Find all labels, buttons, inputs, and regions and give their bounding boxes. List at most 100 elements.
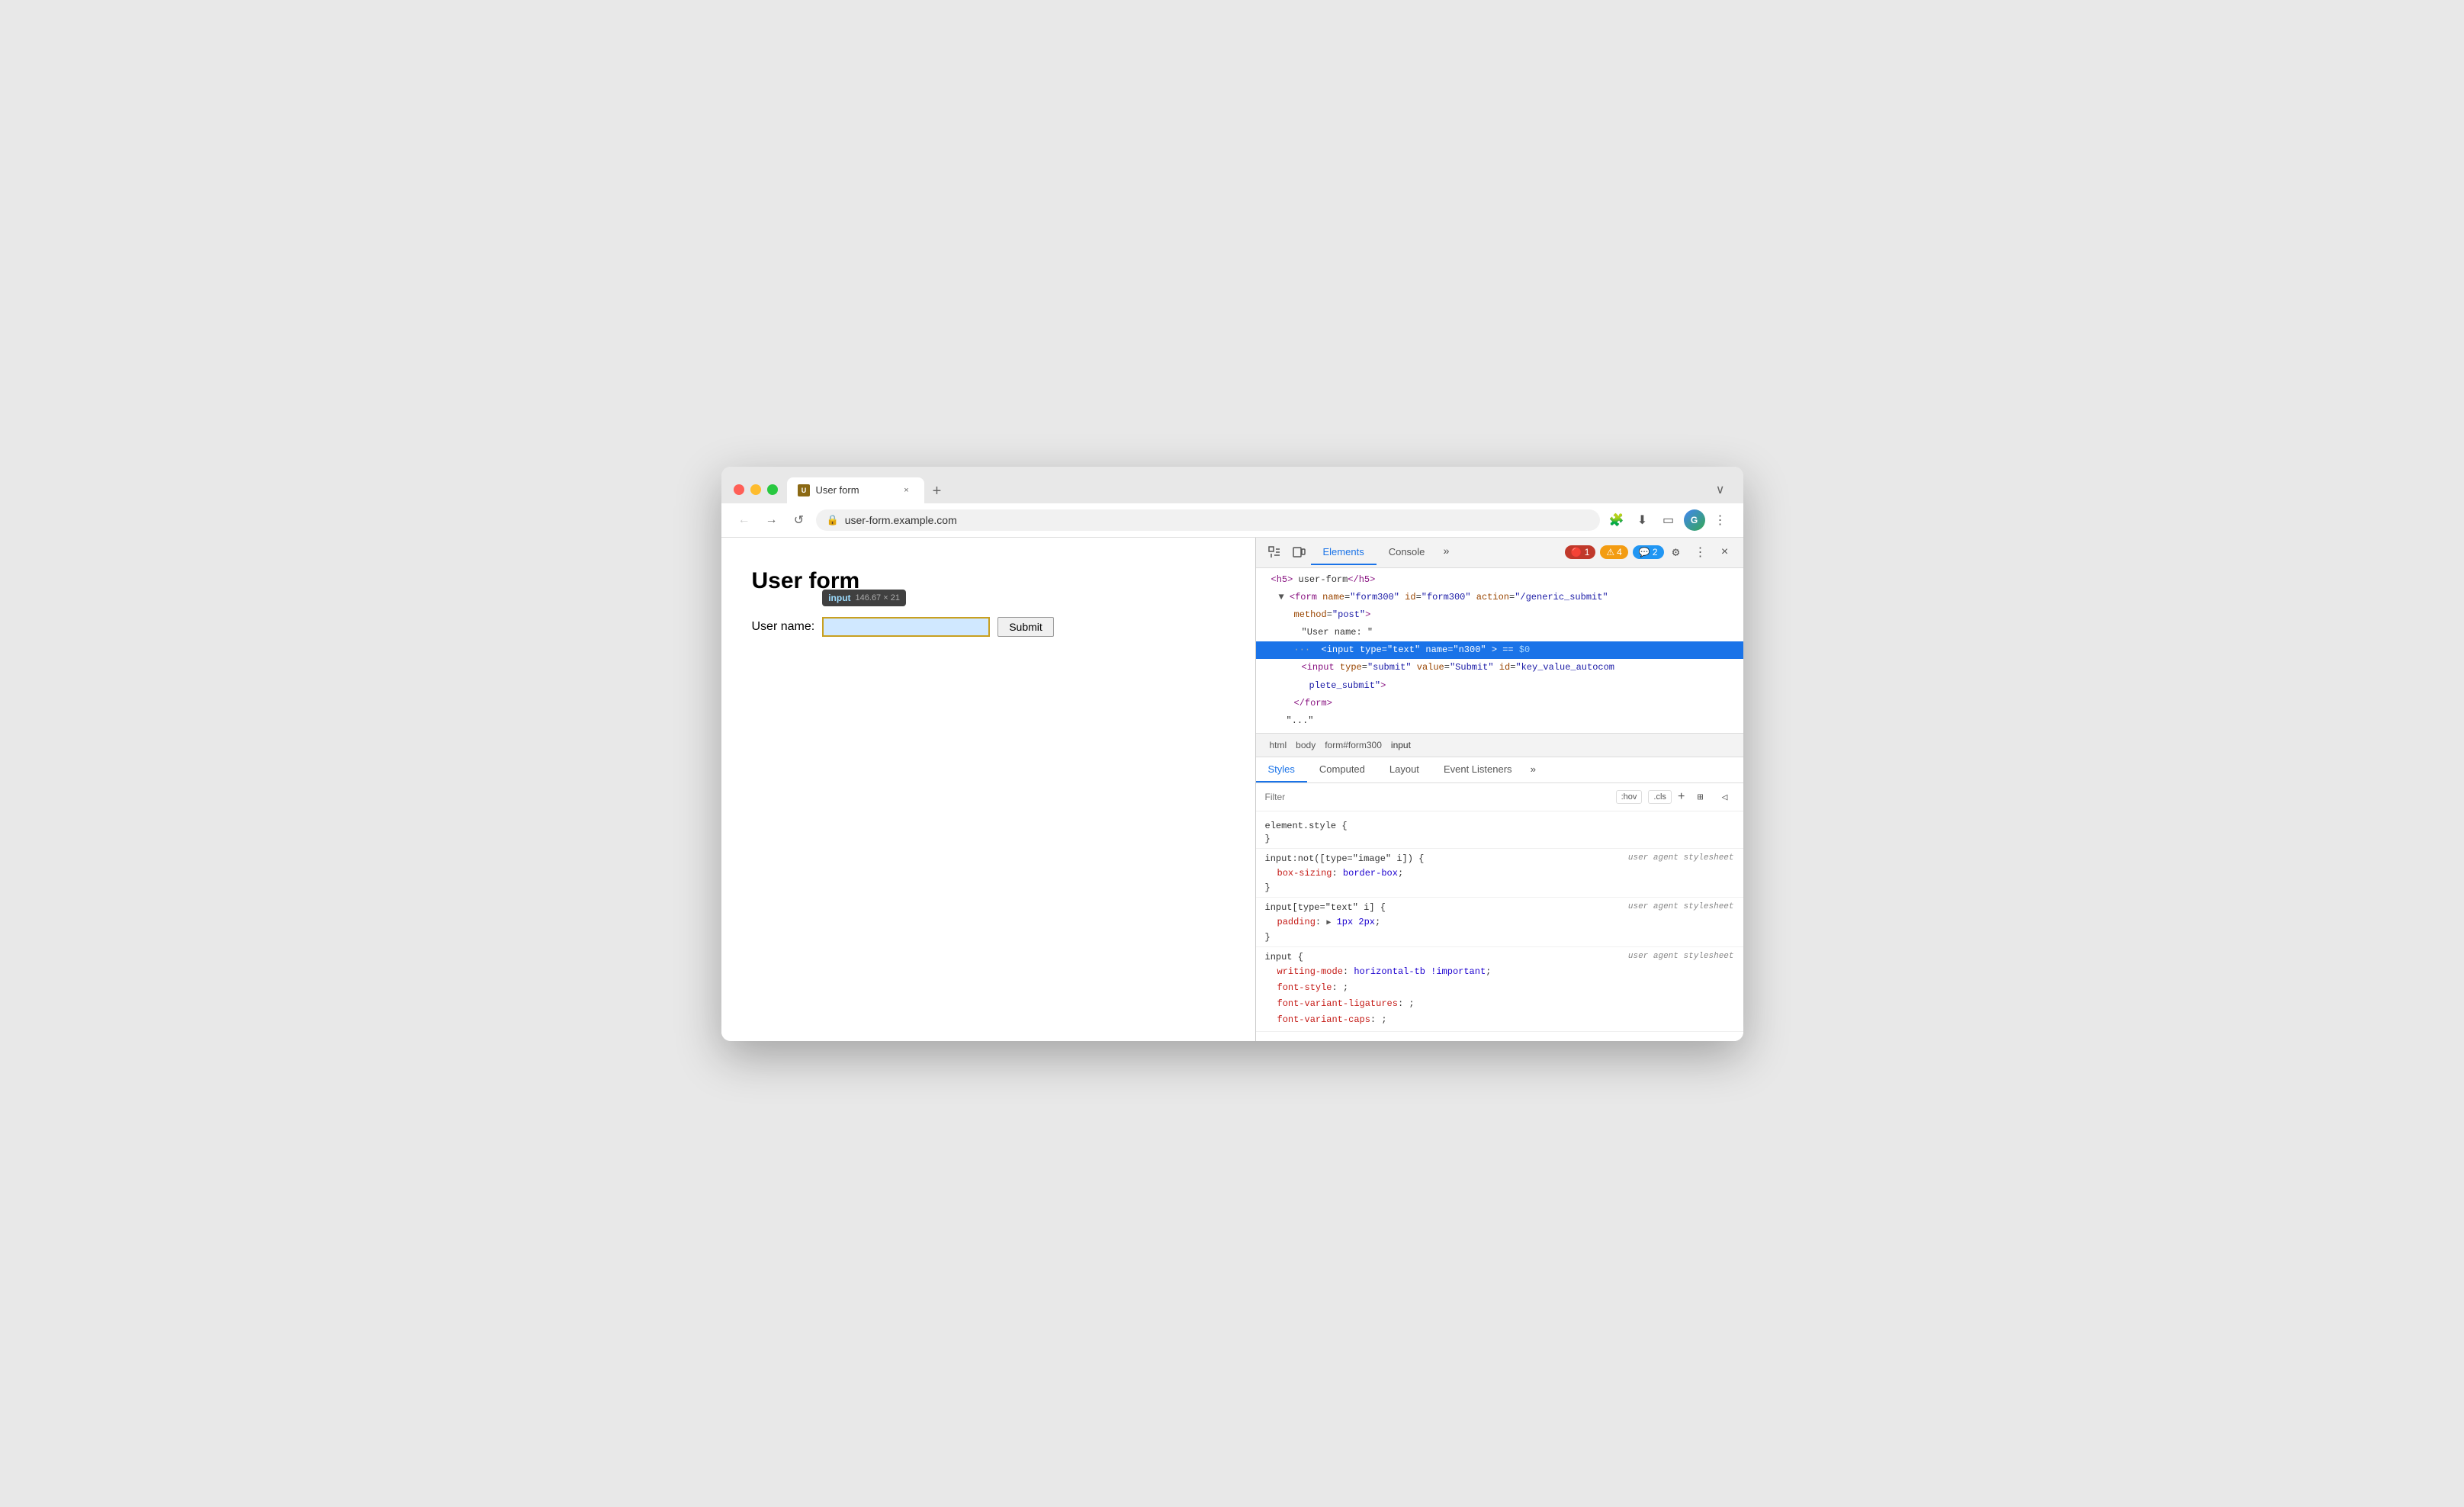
style-source: user agent stylesheet — [1628, 853, 1734, 863]
style-close-brace: } — [1265, 882, 1734, 894]
breadcrumb-bar: html body form#form300 input — [1256, 734, 1743, 757]
info-icon: 💬 — [1639, 547, 1650, 557]
style-selector[interactable]: element.style { — [1265, 821, 1734, 831]
browser-window: U User form × + ∨ ← → ↺ 🔒 🧩 ⬇ ▭ — [721, 467, 1743, 1041]
input-not-image-rule: user agent stylesheet input:not([type="i… — [1256, 850, 1743, 898]
devtools-badges: 🔴 1 ⚠ 4 💬 2 — [1565, 545, 1664, 559]
style-prop-line[interactable]: font-variant-ligatures: ; — [1265, 996, 1734, 1012]
tab-console[interactable]: Console — [1377, 540, 1438, 565]
style-prop-line[interactable]: padding: ▶ 1px 2px; — [1265, 914, 1734, 930]
username-input[interactable] — [822, 617, 990, 637]
maximize-button[interactable] — [767, 484, 778, 495]
warning-badge: ⚠ 4 — [1600, 545, 1627, 559]
tooltip-size: 146.67 × 21 — [856, 593, 900, 602]
breadcrumb-form[interactable]: form#form300 — [1320, 738, 1386, 752]
new-tab-button[interactable]: + — [926, 480, 949, 503]
dom-line-selected[interactable]: ··· <input type="text" name="n300" > == … — [1256, 641, 1743, 659]
info-badge: 💬 2 — [1633, 545, 1664, 559]
active-tab[interactable]: U User form × — [787, 477, 924, 503]
style-selector[interactable]: user agent stylesheet input[type="text" … — [1265, 902, 1734, 913]
back-button[interactable]: ← — [734, 509, 755, 531]
more-style-tabs[interactable]: » — [1524, 758, 1543, 782]
refresh-button[interactable]: ↺ — [789, 509, 810, 531]
styles-content: element.style { } user agent stylesheet … — [1256, 811, 1743, 1040]
dom-line[interactable]: <h5> user-form</h5> — [1256, 571, 1743, 589]
content-area: User form User name: input 146.67 × 21 S… — [721, 538, 1743, 1041]
close-button[interactable] — [734, 484, 744, 495]
profile-avatar[interactable]: G — [1684, 509, 1705, 531]
minimize-button[interactable] — [750, 484, 761, 495]
more-devtools-tabs[interactable]: » — [1437, 543, 1455, 561]
devtools-menu-icon[interactable]: ⋮ — [1688, 540, 1713, 564]
device-toolbar-icon[interactable] — [1287, 540, 1311, 564]
style-prop-line[interactable]: writing-mode: horizontal-tb !important; — [1265, 964, 1734, 980]
download-icon[interactable]: ⬇ — [1632, 509, 1653, 531]
breadcrumb-body[interactable]: body — [1291, 738, 1320, 752]
style-selector[interactable]: user agent stylesheet input:not([type="i… — [1265, 853, 1734, 864]
browser-toolbar: ← → ↺ 🔒 🧩 ⬇ ▭ G ⋮ — [721, 503, 1743, 538]
style-close-brace: } — [1265, 931, 1734, 943]
devtools-close-icon[interactable]: × — [1713, 540, 1737, 564]
pseudo-classes-button[interactable]: :hov — [1616, 790, 1643, 804]
devtools-panel-tabs: Elements Console » — [1311, 540, 1565, 565]
style-selector[interactable]: user agent stylesheet input { — [1265, 952, 1734, 962]
info-count: 2 — [1653, 547, 1658, 557]
style-prop-line[interactable]: font-variant-caps: ; — [1265, 1012, 1734, 1028]
cast-icon[interactable]: ▭ — [1658, 509, 1679, 531]
sources-button[interactable]: ◁ — [1716, 788, 1734, 806]
dom-line[interactable]: <input type="submit" value="Submit" id="… — [1256, 659, 1743, 676]
tab-title: User form — [816, 484, 894, 496]
style-tabs-bar: Styles Computed Layout Event Listeners » — [1256, 757, 1743, 783]
computed-sidebar-button[interactable]: ⊞ — [1691, 788, 1710, 806]
tab-overflow-button[interactable]: ∨ — [1710, 476, 1731, 503]
address-bar[interactable]: 🔒 — [816, 509, 1600, 531]
input-type-text-rule: user agent stylesheet input[type="text" … — [1256, 899, 1743, 946]
inspect-element-icon[interactable] — [1262, 540, 1287, 564]
traffic-lights — [734, 484, 778, 495]
layout-tab[interactable]: Layout — [1377, 757, 1431, 782]
event-listeners-tab[interactable]: Event Listeners — [1431, 757, 1524, 782]
computed-tab[interactable]: Computed — [1307, 757, 1377, 782]
filter-input[interactable] — [1265, 792, 1610, 802]
style-prop-line[interactable]: font-style: ; — [1265, 980, 1734, 996]
devtools-settings-icon[interactable]: ⚙ — [1664, 540, 1688, 564]
input-rule: user agent stylesheet input { writing-mo… — [1256, 949, 1743, 1033]
error-badge: 🔴 1 — [1565, 545, 1596, 559]
dom-tree: <h5> user-form</h5> ▼ <form name="form30… — [1256, 568, 1743, 734]
svg-text:U: U — [801, 487, 806, 494]
submit-button[interactable]: Submit — [997, 617, 1054, 637]
style-close-brace: } — [1265, 833, 1734, 845]
error-icon: 🔴 — [1571, 547, 1582, 557]
style-prop-line[interactable]: box-sizing: border-box; — [1265, 866, 1734, 882]
title-bar: U User form × + ∨ — [721, 467, 1743, 503]
dom-line[interactable]: "User name: " — [1256, 624, 1743, 641]
add-style-rule-button[interactable]: + — [1678, 790, 1685, 804]
form-row: User name: input 146.67 × 21 Submit — [752, 617, 1225, 637]
class-toggle-button[interactable]: .cls — [1648, 790, 1672, 804]
extensions-icon[interactable]: 🧩 — [1606, 509, 1627, 531]
breadcrumb-html[interactable]: html — [1265, 738, 1292, 752]
secure-icon: 🔒 — [827, 514, 839, 526]
breadcrumb-input[interactable]: input — [1386, 738, 1415, 752]
input-tooltip: input 146.67 × 21 — [822, 590, 906, 606]
tab-favicon: U — [798, 484, 810, 496]
dom-line[interactable]: "..." — [1256, 712, 1743, 730]
tab-close-button[interactable]: × — [900, 484, 914, 497]
dom-line[interactable]: method="post"> — [1256, 606, 1743, 624]
styles-tab[interactable]: Styles — [1256, 757, 1307, 782]
dom-line[interactable]: plete_submit"> — [1256, 677, 1743, 695]
address-input[interactable] — [845, 514, 1589, 526]
tab-bar: U User form × + ∨ — [787, 476, 1731, 503]
form-label: User name: — [752, 620, 815, 634]
style-source: user agent stylesheet — [1628, 902, 1734, 911]
toolbar-right: 🧩 ⬇ ▭ G ⋮ — [1606, 509, 1731, 531]
dom-line[interactable]: ▼ <form name="form300" id="form300" acti… — [1256, 589, 1743, 606]
element-style-rule: element.style { } — [1256, 818, 1743, 849]
browser-menu-icon[interactable]: ⋮ — [1710, 509, 1731, 531]
tab-elements[interactable]: Elements — [1311, 540, 1377, 565]
error-count: 1 — [1585, 547, 1590, 557]
forward-button[interactable]: → — [761, 509, 782, 531]
dom-line[interactable]: </form> — [1256, 695, 1743, 712]
page-content: User form User name: input 146.67 × 21 S… — [721, 538, 1255, 1041]
filter-bar: :hov .cls + ⊞ ◁ — [1256, 783, 1743, 811]
